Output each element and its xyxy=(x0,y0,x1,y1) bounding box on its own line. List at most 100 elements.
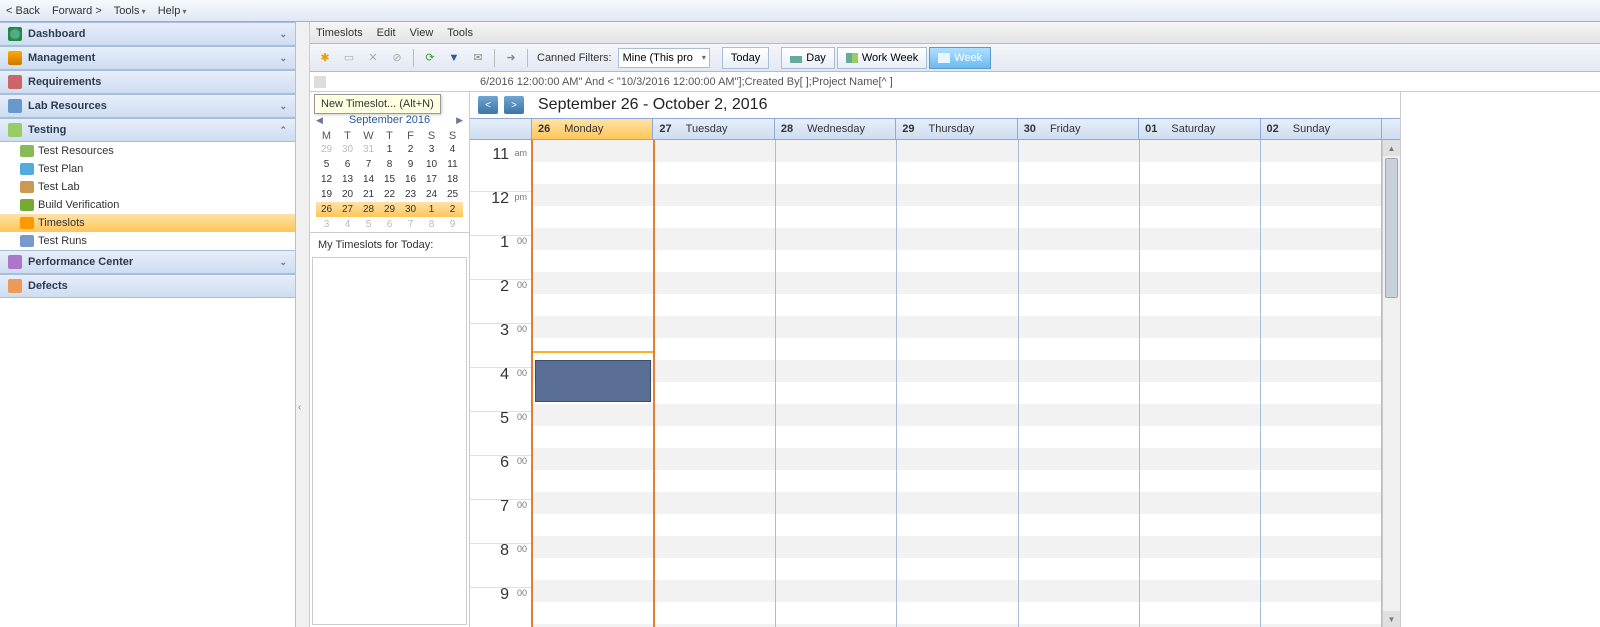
time-slot[interactable] xyxy=(1140,140,1260,162)
day-cell[interactable]: 26 xyxy=(316,202,337,217)
time-slot[interactable] xyxy=(1019,360,1139,382)
day-cell[interactable]: 25 xyxy=(442,187,463,202)
time-slot[interactable] xyxy=(655,514,775,536)
time-slot[interactable] xyxy=(776,360,896,382)
timeslot-event[interactable] xyxy=(535,360,651,402)
time-slot[interactable] xyxy=(655,580,775,602)
time-slot[interactable] xyxy=(533,448,653,470)
section-performance-center[interactable]: Performance Center⌄ xyxy=(0,250,295,274)
time-slot[interactable] xyxy=(655,228,775,250)
time-slot[interactable] xyxy=(1261,426,1381,448)
time-slot[interactable] xyxy=(776,140,896,162)
menu-view[interactable]: View xyxy=(410,27,434,39)
time-slot[interactable] xyxy=(897,250,1017,272)
day-cell[interactable]: 16 xyxy=(400,172,421,187)
time-slot[interactable] xyxy=(897,536,1017,558)
time-slot[interactable] xyxy=(655,294,775,316)
day-cell[interactable]: 22 xyxy=(379,187,400,202)
day-column[interactable] xyxy=(655,140,776,627)
time-slot[interactable] xyxy=(533,404,653,426)
day-column[interactable] xyxy=(1019,140,1140,627)
time-slot[interactable] xyxy=(897,448,1017,470)
section-management[interactable]: Management⌄ xyxy=(0,46,295,70)
time-slot[interactable] xyxy=(533,602,653,624)
calendar-grid[interactable]: 11am12pm100200300400500600700800900 ▲▼ xyxy=(470,140,1400,627)
time-slot[interactable] xyxy=(776,470,896,492)
time-slot[interactable] xyxy=(533,470,653,492)
time-slot[interactable] xyxy=(897,382,1017,404)
time-slot[interactable] xyxy=(1019,228,1139,250)
time-slot[interactable] xyxy=(1140,558,1260,580)
time-slot[interactable] xyxy=(655,140,775,162)
day-header[interactable]: 30Friday xyxy=(1018,119,1139,139)
section-dashboard[interactable]: Dashboard⌄ xyxy=(0,22,295,46)
time-slot[interactable] xyxy=(1140,338,1260,360)
time-slot[interactable] xyxy=(776,426,896,448)
time-slot[interactable] xyxy=(533,228,653,250)
day-cell[interactable]: 7 xyxy=(400,217,421,232)
day-header[interactable]: 02Sunday xyxy=(1261,119,1382,139)
day-view-button[interactable]: Day xyxy=(781,47,835,69)
week-view-button[interactable]: Week xyxy=(929,47,991,69)
time-slot[interactable] xyxy=(897,272,1017,294)
time-slot[interactable] xyxy=(897,580,1017,602)
time-slot[interactable] xyxy=(897,206,1017,228)
day-cell[interactable]: 2 xyxy=(442,202,463,217)
time-slot[interactable] xyxy=(1140,602,1260,624)
time-slot[interactable] xyxy=(533,316,653,338)
time-slot[interactable] xyxy=(1261,162,1381,184)
mail-button[interactable]: ✉ xyxy=(467,47,489,69)
time-slot[interactable] xyxy=(1019,404,1139,426)
day-cell[interactable]: 19 xyxy=(316,187,337,202)
section-defects[interactable]: Defects xyxy=(0,274,295,298)
time-slot[interactable] xyxy=(1261,470,1381,492)
month-label[interactable]: September 2016 xyxy=(349,114,430,126)
abort-button[interactable]: ⊘ xyxy=(386,47,408,69)
time-slot[interactable] xyxy=(1140,184,1260,206)
time-slot[interactable] xyxy=(1019,316,1139,338)
time-slot[interactable] xyxy=(897,184,1017,206)
day-cell[interactable]: 5 xyxy=(358,217,379,232)
day-header[interactable]: 26Monday xyxy=(532,119,653,139)
time-slot[interactable] xyxy=(533,250,653,272)
tree-build-verification[interactable]: Build Verification xyxy=(0,196,295,214)
delete-button[interactable]: ✕ xyxy=(362,47,384,69)
time-slot[interactable] xyxy=(1261,580,1381,602)
day-cell[interactable]: 6 xyxy=(379,217,400,232)
time-slot[interactable] xyxy=(1261,360,1381,382)
time-slot[interactable] xyxy=(1261,250,1381,272)
time-slot[interactable] xyxy=(776,536,896,558)
time-slot[interactable] xyxy=(897,558,1017,580)
time-slot[interactable] xyxy=(1140,206,1260,228)
time-slot[interactable] xyxy=(1140,360,1260,382)
time-slot[interactable] xyxy=(1140,382,1260,404)
tree-test-resources[interactable]: Test Resources xyxy=(0,142,295,160)
time-slot[interactable] xyxy=(1261,404,1381,426)
time-slot[interactable] xyxy=(1261,206,1381,228)
time-slot[interactable] xyxy=(655,250,775,272)
day-header[interactable]: 28Wednesday xyxy=(775,119,896,139)
time-slot[interactable] xyxy=(897,602,1017,624)
time-slot[interactable] xyxy=(533,184,653,206)
time-slot[interactable] xyxy=(1140,228,1260,250)
day-cell[interactable]: 3 xyxy=(316,217,337,232)
next-week-button[interactable]: > xyxy=(504,96,524,114)
time-slot[interactable] xyxy=(1140,426,1260,448)
time-slot[interactable] xyxy=(776,228,896,250)
time-slot[interactable] xyxy=(1019,492,1139,514)
time-slot[interactable] xyxy=(1140,250,1260,272)
time-slot[interactable] xyxy=(1261,448,1381,470)
today-button[interactable]: Today xyxy=(722,47,769,69)
time-slot[interactable] xyxy=(776,580,896,602)
time-slot[interactable] xyxy=(1019,558,1139,580)
time-slot[interactable] xyxy=(533,536,653,558)
time-slot[interactable] xyxy=(655,448,775,470)
time-slot[interactable] xyxy=(655,316,775,338)
time-slot[interactable] xyxy=(1140,536,1260,558)
time-slot[interactable] xyxy=(533,294,653,316)
time-slot[interactable] xyxy=(1261,602,1381,624)
time-slot[interactable] xyxy=(533,338,653,360)
time-slot[interactable] xyxy=(1261,184,1381,206)
time-slot[interactable] xyxy=(655,470,775,492)
day-cell[interactable]: 30 xyxy=(400,202,421,217)
